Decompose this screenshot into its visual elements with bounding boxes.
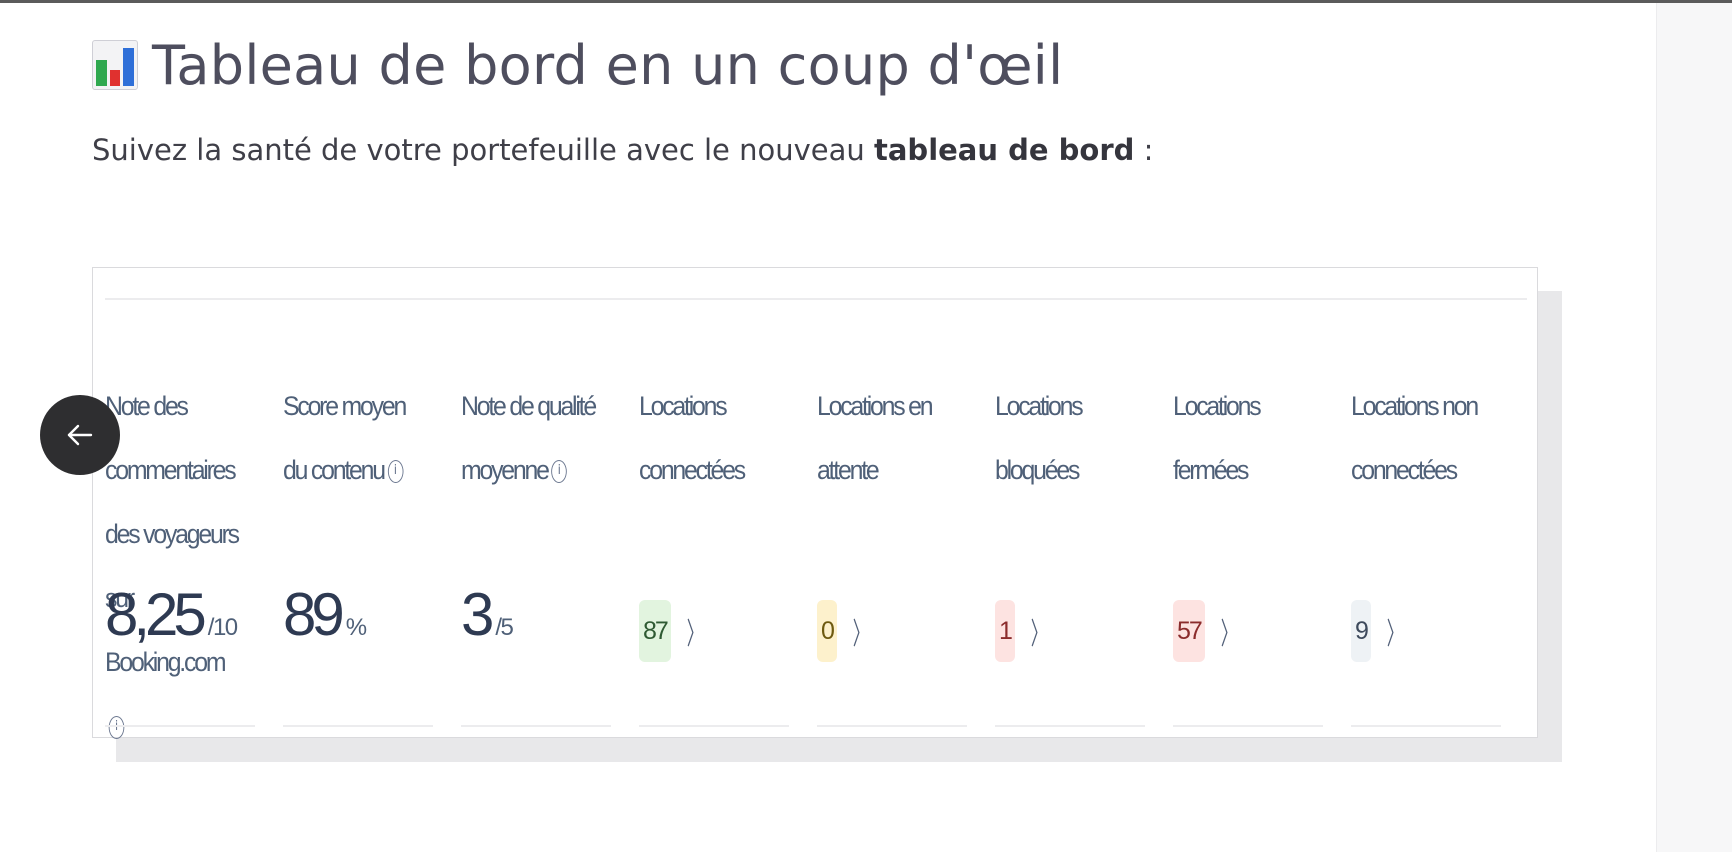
divider	[105, 725, 255, 727]
metric-value: 8,25	[105, 581, 207, 648]
metric-blocked-locations: Locations bloquées	[995, 374, 1165, 502]
divider	[105, 298, 1527, 300]
subtitle-bold: tableau de bord	[874, 133, 1135, 167]
chevron-right-icon: 〉	[1220, 617, 1238, 652]
metric-label: Locations connectées	[639, 391, 746, 485]
divider	[817, 725, 967, 727]
divider	[639, 725, 789, 727]
chevron-right-icon: 〉	[852, 617, 870, 652]
content-score-value: 89%	[283, 580, 367, 649]
metric-label: Locations non connectées	[1351, 391, 1479, 485]
closed-count-link[interactable]: 57 〉	[1173, 600, 1244, 662]
chevron-right-icon: 〉	[1030, 617, 1048, 652]
metric-pending-locations: Locations en attente	[817, 374, 987, 502]
arrow-left-icon	[67, 424, 93, 446]
count-badge: 0	[817, 600, 837, 662]
back-button[interactable]	[40, 395, 120, 475]
quality-score-value: 3/5	[461, 580, 514, 649]
metric-unit: /5	[495, 614, 514, 641]
count-badge: 1	[995, 600, 1015, 662]
blocked-count-link[interactable]: 1 〉	[995, 600, 1054, 662]
info-icon[interactable]: i	[551, 460, 568, 484]
count-badge: 57	[1173, 600, 1205, 662]
metric-value: 89	[283, 581, 345, 648]
subtitle-text: Suivez la santé de votre portefeuille av…	[92, 133, 874, 167]
page-subtitle: Suivez la santé de votre portefeuille av…	[92, 133, 1153, 167]
divider	[461, 725, 611, 727]
metric-closed-locations: Locations fermées	[1173, 374, 1343, 502]
unconnected-count-link[interactable]: 9 〉	[1351, 600, 1410, 662]
metric-guest-rating: Note des commentaires des voyageurs sur …	[105, 374, 255, 758]
divider	[995, 725, 1145, 727]
connected-count-link[interactable]: 87 〉	[639, 600, 710, 662]
metric-label: Locations en attente	[817, 391, 934, 485]
metric-label: Locations fermées	[1173, 391, 1262, 485]
metric-connected-locations: Locations connectées	[639, 374, 809, 502]
info-icon[interactable]: i	[387, 460, 404, 484]
page-title-text: Tableau de bord en un coup d'œil	[152, 33, 1064, 97]
metric-value: 3	[461, 581, 494, 648]
top-border	[0, 0, 1732, 3]
chevron-right-icon: 〉	[1386, 617, 1404, 652]
subtitle-suffix: :	[1134, 133, 1154, 167]
metric-unconnected-locations: Locations non connectées	[1351, 374, 1541, 502]
divider	[1351, 725, 1501, 727]
metric-content-score: Score moyen du contenu i	[283, 374, 433, 502]
guest-rating-value: 8,25/10	[105, 580, 238, 649]
metric-label: Score moyen du contenu	[283, 391, 407, 485]
bar-chart-icon	[92, 40, 138, 90]
metric-quality-score: Note de qualité moyenne i	[461, 374, 611, 502]
count-badge: 87	[639, 600, 671, 662]
page-title: Tableau de bord en un coup d'œil	[92, 30, 1063, 100]
pending-count-link[interactable]: 0 〉	[817, 600, 876, 662]
metric-label: Locations bloquées	[995, 391, 1084, 485]
dashboard-screenshot: Note des commentaires des voyageurs sur …	[92, 267, 1541, 740]
divider	[1173, 725, 1323, 727]
metric-unit: %	[345, 614, 367, 641]
right-scroll-rail	[1656, 3, 1732, 852]
count-badge: 9	[1351, 600, 1371, 662]
chevron-right-icon: 〉	[686, 617, 704, 652]
metric-label: Note de qualité moyenne	[461, 391, 597, 485]
metric-unit: /10	[207, 614, 238, 641]
info-icon[interactable]: i	[108, 716, 125, 740]
divider	[283, 725, 433, 727]
